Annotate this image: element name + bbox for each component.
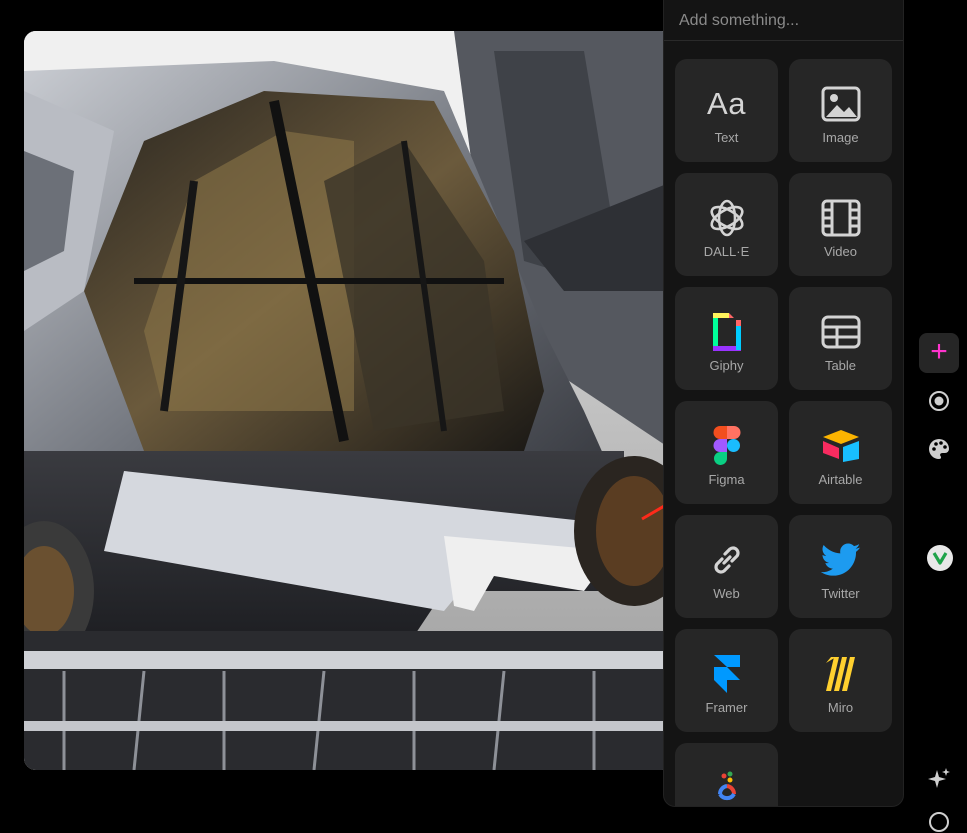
tile-label: Airtable (818, 472, 863, 487)
tile-airtable[interactable]: Airtable (789, 401, 892, 504)
openai-icon (675, 198, 778, 238)
tile-google-lens[interactable] (675, 743, 778, 806)
tile-label: Table (824, 358, 857, 373)
palette-button[interactable] (926, 436, 952, 462)
tile-label: Image (822, 130, 859, 145)
tile-label: Web (713, 586, 740, 601)
record-icon (929, 391, 949, 411)
figma-icon (675, 426, 778, 466)
tile-label: Figma (708, 472, 745, 487)
extension-button[interactable] (926, 544, 954, 572)
tile-label: Giphy (709, 358, 744, 373)
twitter-icon (789, 540, 892, 580)
tile-giphy[interactable]: Giphy (675, 287, 778, 390)
tile-label: Miro (827, 700, 854, 715)
tile-framer[interactable]: Framer (675, 629, 778, 732)
add-search-bar (664, 1, 903, 41)
add-search-input[interactable] (677, 9, 891, 33)
tile-video[interactable]: Video (789, 173, 892, 276)
text-aa-icon: Aa (707, 86, 746, 121)
airtable-icon (789, 426, 892, 466)
ai-sparkle-button[interactable] (926, 766, 952, 792)
google-lens-icon (675, 768, 778, 806)
record-button[interactable] (926, 388, 952, 414)
sparkle-icon (928, 768, 950, 788)
tile-miro[interactable]: Miro (789, 629, 892, 732)
giphy-icon (675, 312, 778, 352)
tile-label: Twitter (821, 586, 860, 601)
tile-label: Video (823, 244, 857, 259)
add-panel: Aa Text Image DALL·E (663, 0, 904, 807)
help-button[interactable] (926, 812, 952, 832)
framer-icon (675, 654, 778, 694)
tile-label: DALL·E (703, 244, 750, 259)
tile-twitter[interactable]: Twitter (789, 515, 892, 618)
tile-figma[interactable]: Figma (675, 401, 778, 504)
circle-icon (929, 812, 949, 832)
tile-label: Framer (705, 700, 748, 715)
extension-logo-icon (927, 545, 953, 571)
tile-label: Text (714, 130, 739, 145)
tile-text[interactable]: Aa Text (675, 59, 778, 162)
tile-web[interactable]: Web (675, 515, 778, 618)
plus-icon: + (930, 334, 948, 368)
table-icon (789, 312, 892, 352)
tile-table[interactable]: Table (789, 287, 892, 390)
tile-dalle[interactable]: DALL·E (675, 173, 778, 276)
vehicle-render (24, 31, 674, 770)
palette-icon (929, 439, 949, 459)
tile-image[interactable]: Image (789, 59, 892, 162)
miro-icon (789, 654, 892, 694)
add-button[interactable]: + (919, 333, 959, 373)
canvas-image[interactable] (24, 31, 674, 770)
image-icon (789, 84, 892, 124)
film-icon (789, 198, 892, 238)
link-icon (675, 540, 778, 580)
